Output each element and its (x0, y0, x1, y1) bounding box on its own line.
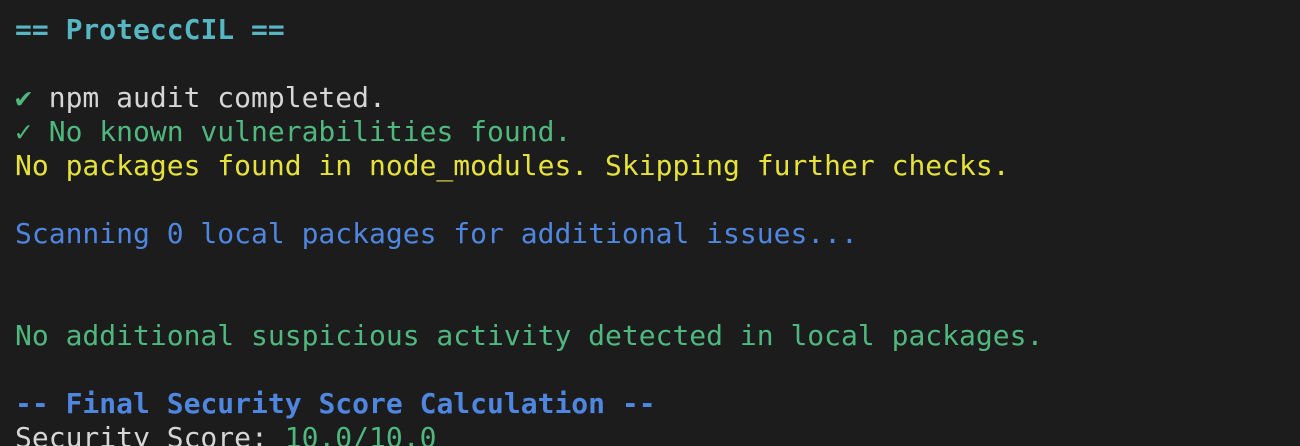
no-vulnerabilities-text: No known vulnerabilities found. (31, 115, 572, 148)
no-vulnerabilities-line: ✓ No known vulnerabilities found. (15, 115, 571, 149)
section-suffix: -- (605, 387, 656, 420)
no-packages-warning: No packages found in node_modules. Skipp… (15, 149, 1010, 182)
audit-completed-text: npm audit completed. (31, 81, 386, 114)
section-prefix: -- (15, 387, 66, 420)
header-prefix: == (15, 13, 66, 46)
check-icon: ✓ (15, 115, 32, 148)
scanning-line: Scanning 0 local packages for additional… (15, 217, 858, 250)
check-icon: ✔ (15, 81, 32, 114)
app-title: ProteccCIL (65, 13, 235, 46)
security-score-line: Security Score: 10.0/10.0 (15, 421, 436, 446)
security-score-label: Security Score: (15, 421, 285, 446)
security-score-value: 10.0/10.0 (284, 421, 437, 446)
header-suffix: == (234, 13, 285, 46)
no-suspicious-activity-line: No additional suspicious activity detect… (15, 319, 1044, 352)
terminal-output: == ProteccCIL == ✔ npm audit completed. … (0, 0, 1300, 446)
final-score-section-header: -- Final Security Score Calculation -- (15, 387, 656, 421)
header-line: == ProteccCIL == (15, 13, 285, 47)
audit-completed-line: ✔ npm audit completed. (15, 81, 386, 115)
section-title: Final Security Score Calculation (65, 387, 606, 420)
